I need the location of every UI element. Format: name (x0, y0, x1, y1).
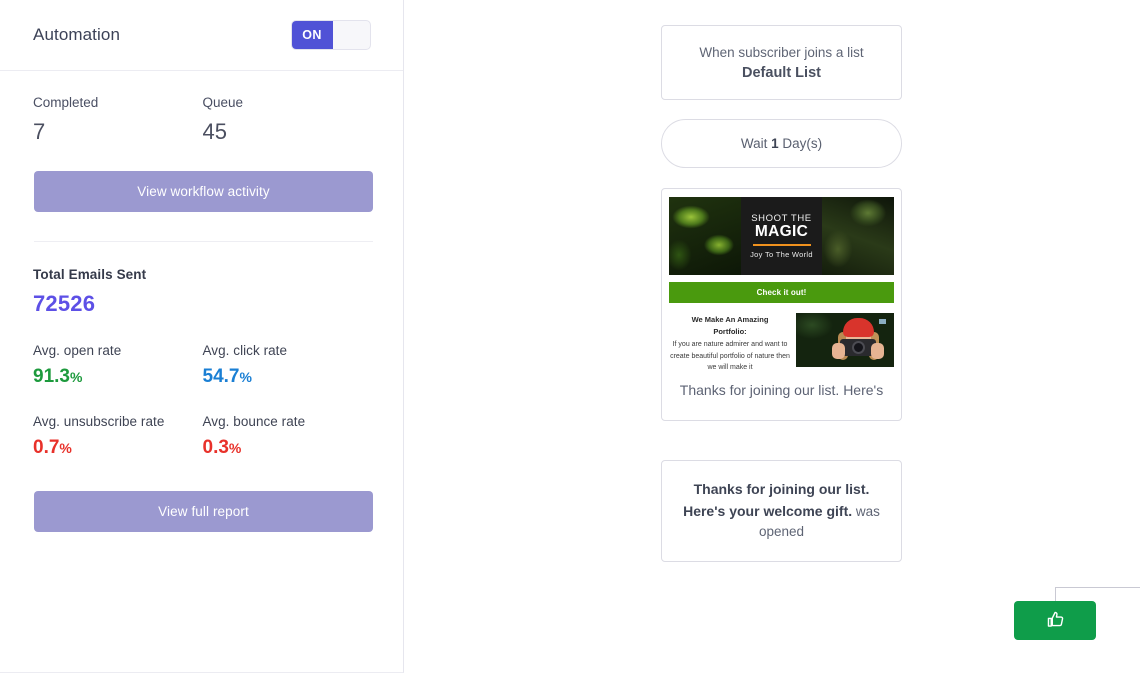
photo-hand-right (871, 343, 884, 359)
toggle-on-label: ON (292, 21, 333, 49)
promo-heading-line2: Portfolio: (713, 326, 747, 336)
view-full-report-button[interactable]: View full report (34, 491, 373, 532)
banner-line2: MAGIC (754, 223, 809, 241)
photo-camera-lens (852, 341, 865, 354)
wait-prefix: Wait (740, 136, 768, 151)
connector-yes-branch (1055, 587, 1056, 601)
kpi-queue-label: Queue (202, 95, 244, 110)
rate-open-value: 91.3% (33, 366, 203, 388)
photo-red-beanie (843, 318, 874, 337)
kpi-queue-value: 45 (202, 119, 227, 144)
email-caption: Thanks for joining our list. Here's (679, 382, 884, 399)
promo-photographer-photo (796, 313, 894, 367)
rate-bounce-label: Avg. bounce rate (202, 414, 306, 429)
sidebar-header: Automation ON (0, 0, 403, 71)
workflow-canvas[interactable]: When subscriber joins a list Default Lis… (404, 0, 1140, 677)
rate-unsubscribe: Avg. unsubscribe rate 0.7% (33, 414, 203, 459)
automation-toggle[interactable]: ON (291, 20, 371, 50)
promo-body: If you are nature admirer and want to cr… (670, 341, 790, 371)
rate-open-unit: % (69, 369, 83, 385)
view-workflow-activity-button[interactable]: View workflow activity (34, 171, 373, 212)
email-banner: SHOOT THE MAGIC Joy To The World (669, 197, 894, 275)
banner-tagline: Joy To The World (750, 249, 813, 259)
rate-click-value: 54.7% (203, 366, 373, 388)
photo-hand-left (832, 343, 845, 359)
rate-click-unit: % (239, 369, 252, 385)
automation-dashboard: Automation ON Completed 7 Queue 45 View … (0, 0, 1140, 677)
rate-bounce-number: 0.3 (202, 437, 229, 458)
rate-open: Avg. open rate 91.3% (33, 343, 203, 388)
promo-text: We Make An Amazing Portfolio: If you are… (669, 313, 791, 373)
sidebar-divider (34, 241, 373, 242)
kpi-row: Completed 7 Queue 45 (33, 95, 372, 145)
rate-unsubscribe-value: 0.7% (33, 437, 203, 459)
wait-suffix: Day(s) (782, 136, 823, 151)
total-emails-label: Total Emails Sent (33, 267, 147, 282)
rate-bounce: Avg. bounce rate 0.3% (203, 414, 373, 459)
rate-row-2: Avg. unsubscribe rate 0.7% Avg. bounce r… (33, 414, 372, 459)
wait-node-text: Wait 1 Day(s) (741, 136, 822, 151)
wait-node[interactable]: Wait 1 Day(s) (661, 119, 902, 168)
banner-left-photo (669, 197, 741, 275)
email-cta-button[interactable]: Check it out! (669, 282, 894, 303)
rate-row-1: Avg. open rate 91.3% Avg. click rate 54.… (33, 343, 372, 388)
trigger-list-name: Default List (742, 64, 821, 81)
page-title: Automation (33, 25, 120, 44)
rate-click-number: 54.7 (202, 366, 240, 387)
kpi-completed-label: Completed (33, 95, 99, 110)
banner-center-panel: SHOOT THE MAGIC Joy To The World (741, 197, 822, 275)
kpi-completed: Completed 7 (33, 95, 203, 145)
condition-text: Thanks for joining our list. Here's your… (678, 479, 885, 544)
rate-unsubscribe-number: 0.7 (33, 437, 60, 458)
rate-bounce-unit: % (228, 440, 242, 456)
rate-open-number: 91.3 (33, 366, 70, 387)
rate-unsubscribe-unit: % (59, 440, 72, 456)
condition-node[interactable]: Thanks for joining our list. Here's your… (661, 460, 902, 562)
workflow-diagram: When subscriber joins a list Default Lis… (404, 0, 1140, 677)
rate-click-label: Avg. click rate (202, 343, 288, 358)
total-emails-value: 72526 (33, 291, 96, 316)
sidebar-body: Completed 7 Queue 45 View workflow activ… (0, 71, 403, 532)
email-node[interactable]: SHOOT THE MAGIC Joy To The World Check i… (661, 188, 902, 421)
automation-sidebar: Automation ON Completed 7 Queue 45 View … (0, 0, 404, 673)
rate-open-label: Avg. open rate (33, 343, 122, 358)
trigger-node[interactable]: When subscriber joins a list Default Lis… (661, 25, 902, 100)
branch-horizontal-bar (1055, 587, 1140, 588)
kpi-completed-value: 7 (33, 119, 46, 144)
wait-amount: 1 (771, 136, 779, 151)
trigger-description: When subscriber joins a list (699, 44, 864, 60)
stats-section: Total Emails Sent 72526 Avg. open rate 9… (33, 267, 373, 532)
rate-click: Avg. click rate 54.7% (203, 343, 373, 388)
photo-highlight (879, 319, 886, 324)
thumbs-up-icon (1046, 610, 1065, 632)
kpi-queue: Queue 45 (203, 95, 373, 145)
rate-bounce-value: 0.3% (203, 437, 373, 459)
promo-heading-line1: We Make An Amazing (691, 315, 769, 324)
banner-right-photo (822, 197, 894, 275)
yes-branch-button[interactable] (1014, 601, 1096, 640)
condition-subject: Thanks for joining our list. Here's your… (683, 480, 870, 519)
email-promo-block: We Make An Amazing Portfolio: If you are… (669, 313, 894, 373)
rate-unsubscribe-label: Avg. unsubscribe rate (33, 414, 165, 429)
banner-rule (752, 243, 811, 246)
